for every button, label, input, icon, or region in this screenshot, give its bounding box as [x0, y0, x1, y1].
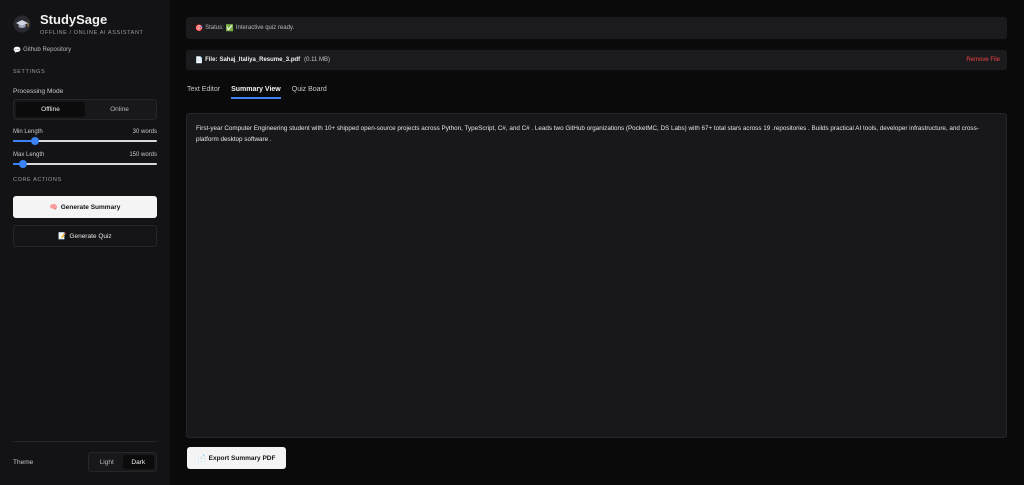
theme-label: Theme: [13, 459, 34, 466]
pencil-icon: 📝: [58, 233, 67, 240]
min-length-label: Min Length: [13, 129, 43, 135]
github-repository-link[interactable]: 💬 Github Repository: [13, 46, 71, 54]
tab-summary-view[interactable]: Summary View: [231, 86, 281, 99]
min-length-control: Min Length 30 words: [13, 129, 157, 145]
min-length-slider[interactable]: [13, 137, 157, 145]
brain-icon: 🧠: [49, 204, 58, 211]
file-bar: 📄 File: Sahaj_Italiya_Resume_3.pdf (0.11…: [186, 50, 1007, 70]
max-length-thumb[interactable]: [19, 160, 28, 168]
document-icon: 📄: [197, 455, 206, 462]
generate-summary-label: Generate Summary: [60, 203, 121, 211]
brand: StudySage OFFLINE / ONLINE AI ASSISTANT: [13, 12, 144, 36]
theme-dark-button[interactable]: Dark: [122, 455, 154, 469]
check-icon: ✅: [225, 25, 234, 32]
sidebar-divider: [13, 441, 157, 442]
file-size: (0.11 MB): [304, 57, 331, 63]
max-length-label: Max Length: [13, 152, 45, 158]
status-prefix: Status:: [205, 25, 224, 31]
speech-bubble-icon: 💬: [13, 47, 22, 54]
processing-mode-label: Processing Mode: [13, 88, 64, 95]
file-name: Sahaj_Italiya_Resume_3.pdf: [219, 57, 301, 63]
status-bar: 🎯 Status: ✅ Interactive quiz ready.: [186, 17, 1007, 39]
tab-text-editor[interactable]: Text Editor: [187, 86, 220, 99]
max-length-value: 150 words: [129, 152, 157, 158]
generate-quiz-button[interactable]: 📝 Generate Quiz: [13, 225, 157, 247]
theme-light-button[interactable]: Light: [91, 455, 123, 469]
mode-online-button[interactable]: Online: [85, 102, 154, 117]
sidebar: StudySage OFFLINE / ONLINE AI ASSISTANT …: [0, 0, 170, 485]
generate-summary-button[interactable]: 🧠 Generate Summary: [13, 196, 157, 218]
theme-toggle: Light Dark: [88, 452, 157, 472]
github-repository-label: Github Repository: [23, 47, 72, 53]
document-icon: 📄: [195, 57, 204, 64]
remove-file-button[interactable]: Remove File: [966, 57, 1000, 63]
min-length-thumb[interactable]: [30, 137, 39, 145]
export-summary-pdf-button[interactable]: 📄 Export Summary PDF: [187, 447, 286, 469]
max-length-control: Max Length 150 words: [13, 152, 157, 168]
app-tagline: OFFLINE / ONLINE AI ASSISTANT: [40, 30, 144, 36]
graduation-cap-icon: [13, 15, 31, 33]
export-summary-pdf-label: Export Summary PDF: [208, 454, 276, 462]
processing-mode-toggle: Offline Online: [13, 99, 157, 120]
summary-text: First-year Computer Engineering student …: [196, 125, 979, 143]
generate-quiz-label: Generate Quiz: [69, 232, 112, 240]
target-icon: 🎯: [195, 25, 204, 32]
max-length-slider[interactable]: [13, 160, 157, 168]
mode-offline-button[interactable]: Offline: [16, 102, 85, 117]
view-tabs: Text Editor Summary View Quiz Board: [187, 86, 327, 99]
status-message: Interactive quiz ready.: [235, 25, 295, 31]
summary-panel: First-year Computer Engineering student …: [186, 113, 1007, 438]
settings-heading: SETTINGS: [13, 69, 46, 75]
tab-quiz-board[interactable]: Quiz Board: [292, 86, 327, 99]
app-name: StudySage: [40, 12, 108, 27]
min-length-value: 30 words: [132, 129, 157, 135]
file-label: File:: [205, 57, 218, 63]
core-actions-heading: CORE ACTIONS: [13, 177, 62, 183]
